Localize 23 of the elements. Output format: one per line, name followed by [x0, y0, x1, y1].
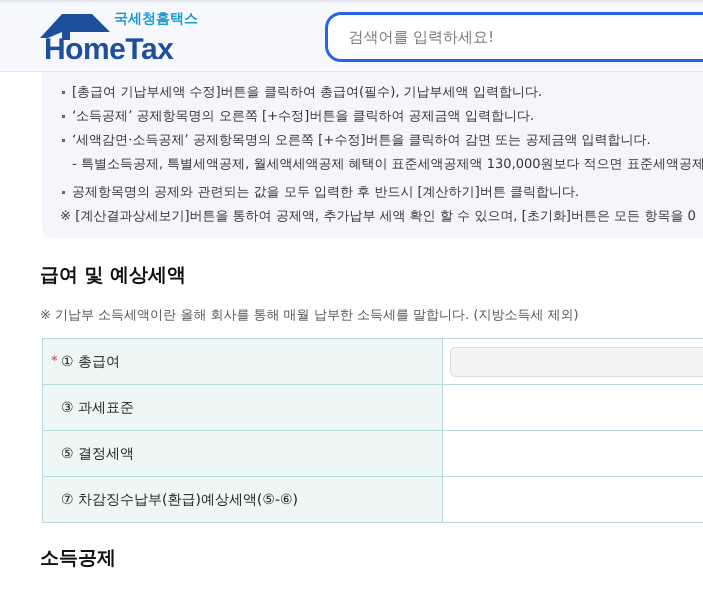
section-title: 급여 및 예상세액 [40, 263, 188, 288]
guide-text: ‘소득공제’ 공제항목명의 오른쪽 [+수정]버튼을 클릭하여 공제금액 입력합니다. [72, 108, 534, 125]
logo-subtitle: 국세청홈택스 [114, 10, 198, 28]
required-mark: * [51, 354, 58, 369]
section-title: 소득공제 [40, 546, 117, 571]
guide-text: ‘세액감면·소득공제’ 공제항목명의 오른쪽 [+수정]버튼을 클릭하여 감면 또는 공제금액 입력합니다. [72, 132, 651, 149]
house-roof-icon [40, 12, 110, 40]
bullet-icon [62, 114, 65, 118]
guide-text: - 특별소득공제, 특별세액공제, 월세액세액공제 혜택이 표준세액공제액 130,000원보다 적으면 표준세액공제 [72, 156, 703, 173]
row-label: ⑤ 결정세액 [61, 444, 134, 462]
guide-text: [총급여 기납부세액 수정]버튼을 클릭하여 총급여(필수), 기납부세액 입력합니다. [72, 84, 542, 101]
logo-title: HomeTax [44, 34, 174, 66]
guide-text: ※ [계산결과상세보기]버튼을 통하여 공제액, 추가납부 세액 확인 할 수 있으며, [초기화]버튼은 모든 항목을 0 [60, 208, 696, 225]
input-field[interactable] [450, 346, 703, 376]
row-label: ① 총급여 [61, 352, 120, 370]
guide-text: 공제항목명의 공제와 관련되는 값을 모두 입력한 후 반드시 [계산하기]버튼 클릭합니다. [72, 184, 580, 201]
row-label: ⑦ 차감징수납부(환급)예상세액(⑤-⑥) [61, 490, 298, 508]
row-label: ③ 과세표준 [61, 398, 134, 416]
note-text: ※ 기납부 소득세액이란 올해 회사를 통해 매월 납부한 소득세를 말합니다. (지방소득세 제외) [40, 307, 580, 324]
bullet-icon [62, 138, 65, 142]
search-field[interactable]: 검색어를 입력하세요! [325, 12, 703, 62]
bullet-icon [62, 90, 65, 94]
bullet-icon [62, 190, 65, 194]
